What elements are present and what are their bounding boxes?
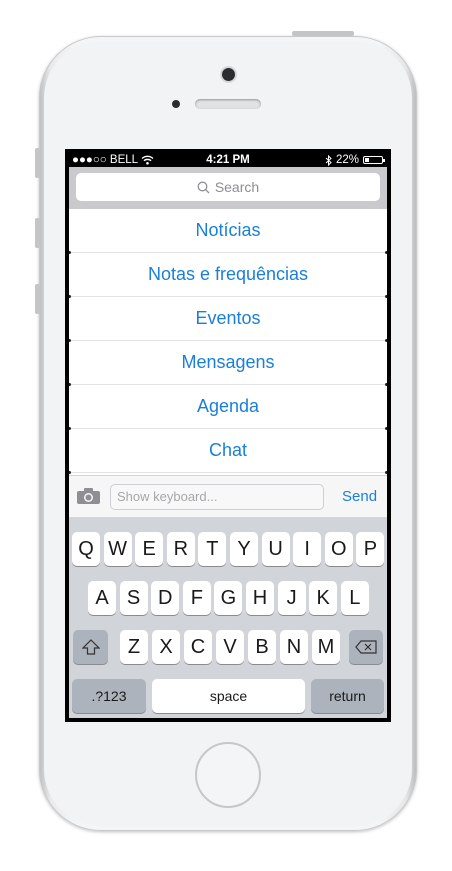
search-bar: Search <box>69 167 387 209</box>
send-button[interactable]: Send <box>342 476 377 518</box>
backspace-icon <box>355 640 377 654</box>
key-e[interactable]: E <box>135 532 164 566</box>
menu-item-agenda[interactable]: Agenda <box>69 385 387 430</box>
key-k[interactable]: K <box>309 581 338 615</box>
search-icon <box>197 181 210 193</box>
key-c[interactable]: C <box>184 630 212 664</box>
key-f[interactable]: F <box>182 581 211 615</box>
key-p[interactable]: P <box>356 532 385 566</box>
front-camera-icon <box>222 68 235 81</box>
key-m[interactable]: M <box>312 630 340 664</box>
key-t[interactable]: T <box>198 532 227 566</box>
proximity-sensor <box>172 100 180 108</box>
battery-percent: 22% <box>335 154 359 166</box>
screen-bezel: ●●●○○ BELL 4:21 PM 22% Search Notícias N… <box>65 149 391 722</box>
key-w[interactable]: W <box>103 532 132 566</box>
key-u[interactable]: U <box>261 532 290 566</box>
return-key[interactable]: return <box>311 679 384 713</box>
key-i[interactable]: I <box>293 532 322 566</box>
key-y[interactable]: Y <box>230 532 258 566</box>
menu-item-notas-e-frequencias[interactable]: Notas e frequências <box>69 253 387 298</box>
key-l[interactable]: L <box>340 581 369 615</box>
key-h[interactable]: H <box>246 581 274 615</box>
search-input[interactable]: Search <box>76 173 380 201</box>
app-display: ●●●○○ BELL 4:21 PM 22% Search Notícias N… <box>69 153 387 718</box>
key-g[interactable]: G <box>214 581 243 615</box>
camera-icon[interactable] <box>76 487 101 505</box>
key-x[interactable]: X <box>152 630 180 664</box>
power-button <box>292 31 354 36</box>
status-right: 22% <box>325 153 385 167</box>
menu-list: Notícias Notas e frequências Eventos Men… <box>69 209 387 474</box>
mute-switch <box>35 148 40 178</box>
menu-item-mensagens[interactable]: Mensagens <box>69 341 387 386</box>
key-b[interactable]: B <box>248 630 276 664</box>
key-z[interactable]: Z <box>120 630 148 664</box>
message-input[interactable]: Show keyboard... <box>110 484 324 510</box>
volume-down-button <box>35 284 40 314</box>
home-button[interactable] <box>195 742 261 808</box>
bluetooth-icon <box>325 154 332 166</box>
battery-level <box>365 158 369 162</box>
space-key[interactable]: space <box>152 679 305 713</box>
key-d[interactable]: D <box>151 581 180 615</box>
key-j[interactable]: J <box>277 581 306 615</box>
key-s[interactable]: S <box>119 581 148 615</box>
status-bar: ●●●○○ BELL 4:21 PM 22% <box>69 153 387 167</box>
shift-key[interactable] <box>73 630 108 664</box>
backspace-key[interactable] <box>349 630 383 664</box>
key-r[interactable]: R <box>166 532 195 566</box>
menu-item-eventos[interactable]: Eventos <box>69 297 387 342</box>
shift-icon <box>81 639 100 655</box>
key-q[interactable]: Q <box>72 532 100 566</box>
volume-up-button <box>35 218 40 248</box>
key-v[interactable]: V <box>216 630 244 664</box>
search-placeholder: Search <box>214 179 260 195</box>
menu-item-noticias[interactable]: Notícias <box>69 209 387 254</box>
battery-icon <box>363 156 385 164</box>
key-n[interactable]: N <box>280 630 308 664</box>
message-composer: Show keyboard... Send <box>69 475 387 517</box>
earpiece-speaker <box>195 99 261 109</box>
menu-item-chat[interactable]: Chat <box>69 429 387 474</box>
keyboard: QWERTYUIOP ASDFGHJKL ZXCVBNM .?123 space… <box>69 517 387 718</box>
key-a[interactable]: A <box>88 581 116 615</box>
numbers-key[interactable]: .?123 <box>72 679 146 713</box>
key-o[interactable]: O <box>324 532 353 566</box>
